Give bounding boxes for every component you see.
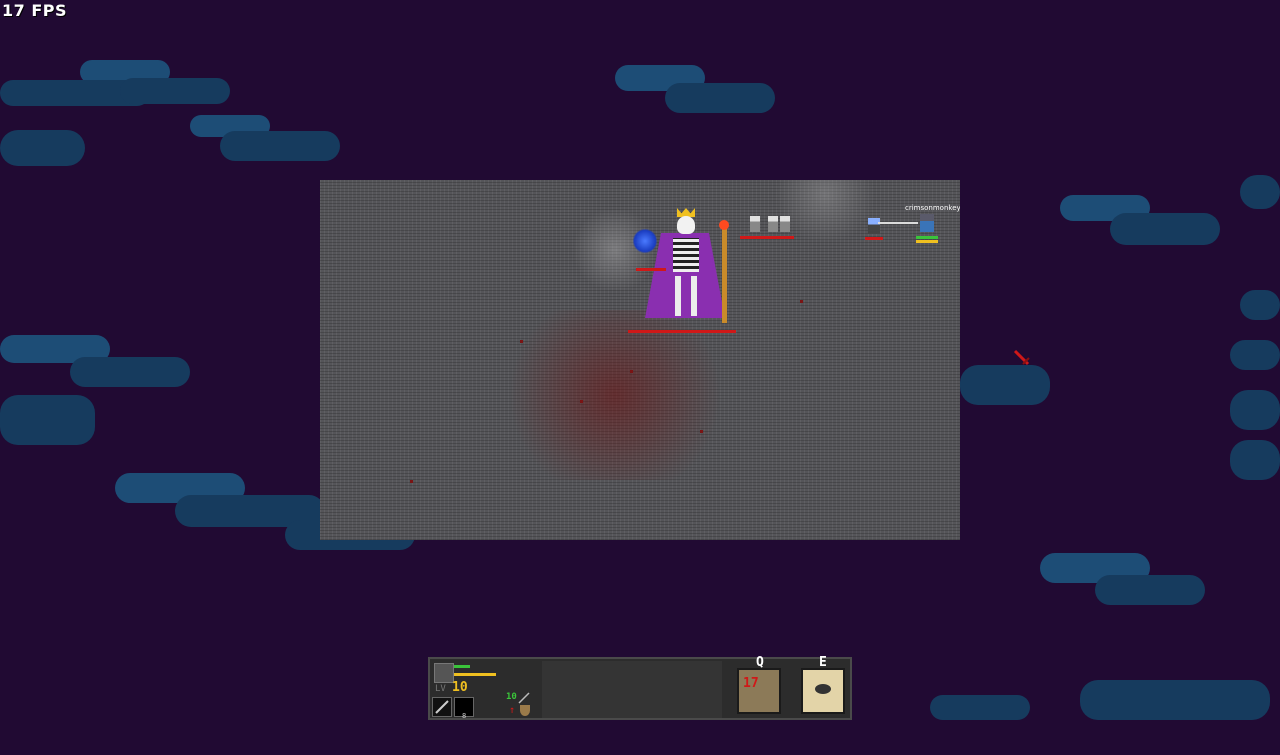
boss-leg	[691, 276, 697, 316]
cloud	[930, 695, 1170, 755]
cloud	[115, 465, 415, 550]
attack-beam	[878, 222, 918, 224]
player-name-label: crimsonmonkey	[905, 204, 960, 212]
skeleton-minion[interactable]	[768, 216, 778, 232]
ally-health-bar	[865, 237, 883, 240]
player-xp-bar	[916, 240, 938, 243]
skeleton-king-boss[interactable]	[625, 208, 745, 338]
fps-counter: 17 FPS	[2, 1, 68, 20]
scroll-eye-icon	[815, 684, 831, 694]
hud-panel: LV 10 8 10 ↑ Q 17 E	[428, 655, 852, 720]
blood-particle	[700, 430, 703, 433]
hud-health-bar	[454, 665, 470, 668]
cloud	[1240, 175, 1280, 235]
player-character[interactable]	[920, 214, 934, 232]
item-slot-count: 8	[462, 712, 467, 720]
game-arena[interactable]: crimsonmonkey	[320, 180, 960, 540]
level-label: LV	[435, 684, 446, 694]
enemy-health-bar	[636, 268, 666, 271]
cloud	[0, 60, 240, 120]
cloud	[960, 365, 1200, 425]
blood-particle	[630, 370, 633, 373]
blood-particle	[580, 400, 583, 403]
attack-sword-icon	[518, 692, 530, 704]
boss-health-bar	[628, 330, 736, 333]
cloud	[0, 395, 240, 455]
attack-stat-value: 10	[506, 692, 517, 702]
boss-leg	[675, 276, 681, 316]
level-value: 10	[452, 680, 468, 695]
blood-particle	[410, 480, 413, 483]
defense-shield-icon	[520, 705, 530, 716]
weapon-slot[interactable]	[432, 697, 452, 717]
ally-character[interactable]	[868, 218, 880, 234]
cloud	[1230, 290, 1280, 480]
blood-particle	[800, 300, 803, 303]
cloud	[1040, 553, 1280, 613]
skull-icon	[677, 216, 695, 234]
cloud	[615, 65, 855, 125]
sword-cursor-icon	[1013, 349, 1030, 366]
cloud	[0, 335, 240, 395]
minion-health-bar	[740, 236, 794, 239]
skill-e-card[interactable]	[801, 668, 845, 714]
blood-particle	[520, 340, 523, 343]
skeleton-minion[interactable]	[780, 216, 790, 232]
cloud	[0, 130, 240, 190]
player-health-bar	[916, 236, 938, 239]
skeleton-minion[interactable]	[750, 216, 760, 232]
message-log	[542, 661, 722, 718]
skill-q-card[interactable]: 17	[737, 668, 781, 714]
skill-q-count: 17	[743, 676, 759, 691]
ribcage	[673, 238, 699, 272]
stat-up-arrow-icon: ↑	[509, 705, 516, 716]
hud-xp-bar	[454, 673, 496, 676]
staff-icon	[722, 223, 727, 323]
blue-flame-icon	[633, 228, 657, 254]
player-portrait-icon	[434, 663, 454, 683]
sword-icon	[435, 700, 449, 714]
staff-orb-icon	[719, 220, 729, 230]
